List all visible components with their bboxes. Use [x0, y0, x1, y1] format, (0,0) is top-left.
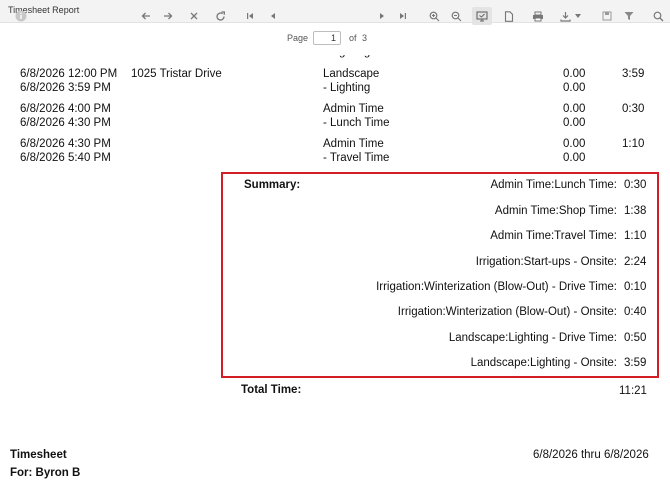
summary-item-name: Admin Time:Shop Time: — [494, 205, 617, 217]
zoom-out-icon[interactable] — [447, 7, 465, 25]
summary-item-name: Landscape:Lighting - Drive Time: — [448, 332, 617, 344]
next-page-icon[interactable] — [373, 7, 391, 25]
row-category: Admin Time — [323, 138, 384, 150]
row-end: 6/8/2026 3:59 PM — [20, 82, 111, 94]
forward-icon[interactable] — [159, 7, 177, 25]
page-label: Page — [287, 33, 309, 43]
summary-item-name: Admin Time:Travel Time: — [490, 230, 617, 242]
clipped-row-value: 0.00 — [563, 55, 585, 58]
caret-icon[interactable] — [574, 7, 582, 25]
last-page-icon[interactable] — [394, 7, 412, 25]
total-time-label: Total Time: — [241, 384, 302, 396]
row-duration: 0:30 — [622, 103, 645, 115]
row-value-1: 0.00 — [563, 103, 586, 115]
of-label: of — [349, 33, 357, 43]
clipped-row-end: 6/8/2026 12:00 PM — [20, 55, 117, 58]
back-icon[interactable] — [137, 7, 155, 25]
row-start: 6/8/2026 4:00 PM — [20, 103, 111, 115]
summary-label: Summary: — [244, 179, 301, 191]
summary-item-value: 2:24 — [624, 256, 647, 268]
row-subcategory: - Lighting — [323, 82, 371, 94]
row-duration: 3:59 — [622, 68, 645, 80]
page-total: 3 — [362, 33, 368, 43]
summary-item-value: 0:50 — [624, 332, 647, 344]
zoom-in-icon[interactable] — [425, 7, 443, 25]
summary-item-value: 0:40 — [624, 306, 647, 318]
summary-item-value: 0:10 — [624, 281, 647, 293]
page-icon[interactable] — [500, 7, 518, 25]
row-value-2: 0.00 — [563, 152, 586, 164]
row-subcategory: - Lunch Time — [323, 117, 390, 129]
footer-title: Timesheet — [10, 449, 67, 461]
row-end: 6/8/2026 5:40 PM — [20, 152, 111, 164]
save-icon[interactable] — [598, 7, 616, 25]
prev-page-icon[interactable] — [264, 7, 282, 25]
stop-icon[interactable] — [185, 7, 203, 25]
row-end: 6/8/2026 4:30 PM — [20, 117, 111, 129]
export-icon[interactable] — [556, 7, 574, 25]
row-subcategory: - Travel Time — [323, 152, 390, 164]
row-category: Landscape — [323, 68, 380, 80]
summary-item-name: Irrigation:Winterization (Blow-Out) - On… — [397, 306, 617, 318]
print-icon[interactable] — [529, 7, 547, 25]
summary-highlight-box — [221, 172, 659, 378]
row-start: 6/8/2026 4:30 PM — [20, 138, 111, 150]
summary-item-name: Irrigation:Winterization (Blow-Out) - Dr… — [376, 281, 617, 293]
refresh-icon[interactable] — [211, 7, 229, 25]
summary-item-value: 3:59 — [624, 357, 647, 369]
row-start: 6/8/2026 12:00 PM — [20, 68, 118, 80]
row-duration: 1:10 — [622, 138, 645, 150]
row-value-1: 0.00 — [563, 68, 586, 80]
summary-item-value: 0:30 — [624, 179, 647, 191]
row-value-2: 0.00 — [563, 117, 586, 129]
clipped-row: 6/8/2026 12:00 PM - Lighting 0.00 — [0, 55, 670, 61]
footer-employee: For: Byron B — [10, 467, 81, 479]
row-category: Admin Time — [323, 103, 384, 115]
row-location: 1025 Tristar Drive — [131, 68, 222, 80]
row-value-1: 0.00 — [563, 138, 586, 150]
summary-item-name: Irrigation:Start-ups - Onsite: — [475, 256, 617, 268]
filter-icon[interactable] — [620, 7, 638, 25]
footer-date-range: 6/8/2026 thru 6/8/2026 — [533, 449, 649, 461]
first-page-icon[interactable] — [241, 7, 259, 25]
summary-item-value: 1:10 — [624, 230, 647, 242]
total-time-value: 11:21 — [619, 385, 647, 397]
page-number-input[interactable]: 1 — [313, 31, 341, 45]
search-icon[interactable] — [649, 7, 667, 25]
summary-item-name: Landscape:Lighting - Onsite: — [470, 357, 617, 369]
info-icon[interactable] — [12, 7, 30, 25]
summary-item-name: Admin Time:Lunch Time: — [490, 179, 617, 191]
clipped-row-subcategory: - Lighting — [323, 55, 370, 58]
row-value-2: 0.00 — [563, 82, 586, 94]
view-icon[interactable] — [472, 7, 492, 25]
summary-item-value: 1:38 — [624, 205, 647, 217]
